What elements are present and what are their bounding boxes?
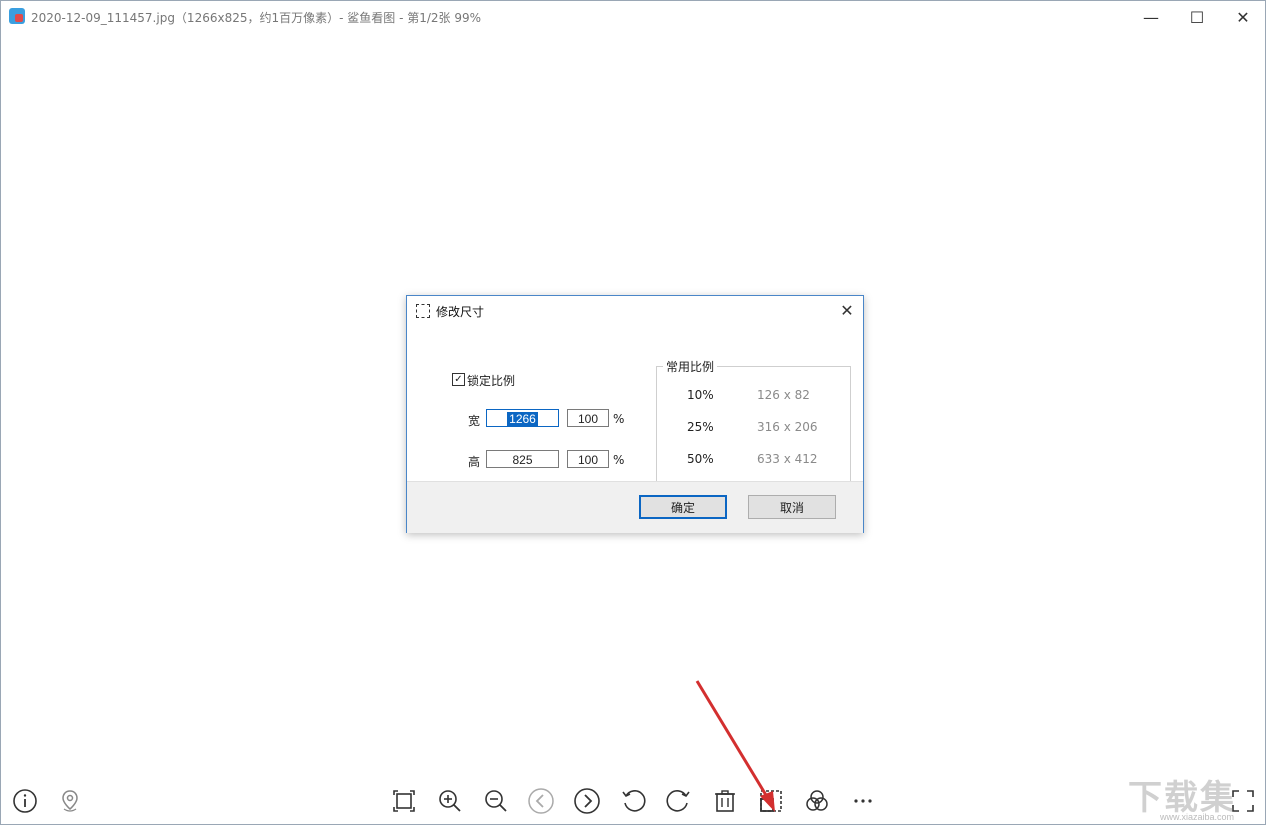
preset-25-dims[interactable]: 316 x 206 [757,420,818,434]
dialog-title: 修改尺寸 [436,305,485,319]
ok-button[interactable]: 确定 [639,495,727,519]
app-logo-icon [9,8,25,24]
watermark-url: www.xiazaiba.com [1160,812,1235,822]
zoom-out-icon[interactable] [481,786,511,816]
preset-50-dims[interactable]: 633 x 412 [757,452,818,466]
preset-25-percent[interactable]: 25% [687,420,714,434]
zoom-in-icon[interactable] [435,786,465,816]
lock-ratio-checkbox[interactable]: ✓ [452,373,465,386]
title-bar: 2020-12-09_111457.jpg（1266x825，约1百万像素）- … [1,1,1265,33]
presets-group [656,366,851,497]
width-value: 1266 [507,412,538,426]
minimize-button[interactable]: — [1128,1,1174,33]
maximize-button[interactable]: ☐ [1174,1,1220,33]
height-percent-input[interactable]: 100 [567,450,609,468]
height-label: 高 [468,455,481,469]
more-icon[interactable] [848,786,878,816]
preset-10-dims[interactable]: 126 x 82 [757,388,810,402]
height-percent-sign: % [613,453,625,467]
rotate-left-icon[interactable] [618,786,648,816]
height-input[interactable]: 825 [486,450,559,468]
rotate-right-icon[interactable] [664,786,694,816]
filter-icon[interactable] [802,786,832,816]
width-percent-input[interactable]: 100 [567,409,609,427]
preset-50-percent[interactable]: 50% [687,452,714,466]
dialog-footer: 确定 取消 [407,481,863,533]
info-icon[interactable] [10,786,40,816]
width-label: 宽 [468,414,481,428]
watermark-logo: 下载集 [1128,778,1236,818]
preset-10-percent[interactable]: 10% [687,388,714,402]
close-button[interactable]: ✕ [1220,1,1266,33]
fit-window-icon[interactable] [389,786,419,816]
location-icon[interactable] [55,786,85,816]
previous-icon[interactable] [526,786,556,816]
resize-dialog: 修改尺寸 ✕ ✓ 锁定比例 宽 1266 100 % 高 825 100 % 常… [406,295,864,533]
width-percent-sign: % [613,412,625,426]
delete-icon[interactable] [710,786,740,816]
app-window: 2020-12-09_111457.jpg（1266x825，约1百万像素）- … [0,0,1266,825]
next-icon[interactable] [572,786,602,816]
dialog-close-button[interactable]: ✕ [835,299,859,321]
presets-title: 常用比例 [663,358,718,375]
bottom-toolbar [2,781,1264,824]
cancel-button[interactable]: 取消 [748,495,836,519]
lock-ratio-label: 锁定比例 [467,374,516,388]
width-input[interactable]: 1266 [486,409,559,427]
resize-icon [416,304,430,318]
window-title: 2020-12-09_111457.jpg（1266x825，约1百万像素）- … [31,11,482,25]
resize-icon[interactable] [756,786,786,816]
dialog-body: ✓ 锁定比例 宽 1266 100 % 高 825 100 % 常用比例 10%… [407,324,863,497]
